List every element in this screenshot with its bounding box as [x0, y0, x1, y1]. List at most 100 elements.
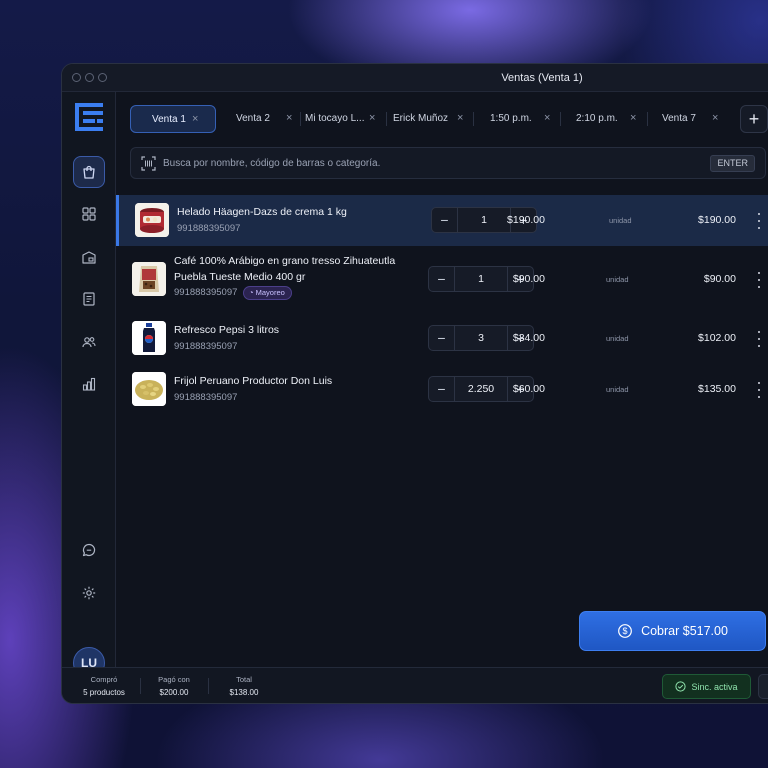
tab-venta-1[interactable]: Venta 1 × [130, 105, 216, 133]
sidebar-item-inventario[interactable] [73, 241, 105, 273]
cart-row[interactable]: Helado Häagen-Dazs de crema 1 kg 9918883… [116, 195, 768, 246]
cart-row[interactable]: Café 100% Arábigo en grano tresso Zihuat… [116, 246, 768, 313]
product-thumbnail-pepsi [132, 321, 166, 355]
close-tab-icon[interactable]: × [544, 112, 550, 124]
tab-2-10-pm[interactable]: 2:10 p.m. × [561, 105, 647, 133]
sync-status-button[interactable]: Sinc. activa [662, 674, 751, 699]
footer-total: Total $138.00 [218, 675, 270, 697]
sidebar-item-reportes[interactable] [73, 283, 105, 315]
search-bar[interactable]: Busca por nombre, código de barras o cat… [130, 147, 766, 179]
decrease-quantity-button[interactable]: − [429, 326, 455, 350]
window-title: Ventas (Venta 1) [501, 72, 583, 84]
users-icon [82, 337, 96, 348]
cobrar-label: Cobrar $517.00 [641, 624, 728, 638]
maximize-window-dot[interactable] [98, 73, 107, 82]
grid-icon [82, 207, 96, 221]
barcode-scan-icon [141, 156, 156, 171]
check-circle-icon [675, 681, 687, 692]
tab-label: Venta 1 [152, 114, 186, 125]
shopping-bag-icon [83, 165, 95, 179]
pago-value: $200.00 [159, 688, 189, 697]
tab-label: 2:10 p.m. [576, 113, 618, 124]
close-tab-icon[interactable]: × [630, 112, 636, 124]
tab-label: Mi tocayo L... [305, 113, 365, 124]
product-sku: 991888395097 [177, 223, 241, 234]
status-footer: Compró 5 productos Pagó con $200.00 Tota… [62, 667, 768, 703]
sidebar-item-ventas[interactable] [73, 156, 105, 188]
product-thumbnail-beans [132, 372, 166, 406]
unit-price: $60.00 [512, 383, 545, 395]
sidebar-item-soporte[interactable] [73, 534, 105, 566]
dollar-coin-icon: $ [618, 624, 632, 638]
line-total: $102.00 [698, 332, 736, 344]
footer-compro: Compró 5 productos [76, 675, 132, 697]
add-tab-button[interactable]: + [740, 105, 768, 133]
line-total: $90.00 [703, 273, 736, 285]
chat-icon [82, 543, 96, 557]
sidebar-item-catalogo[interactable] [73, 198, 105, 230]
tab-mi-tocayo[interactable]: Mi tocayo L... × [301, 105, 385, 133]
tag-icon: ◔ [249, 288, 256, 297]
close-tab-icon[interactable]: × [286, 112, 292, 124]
more-options-icon[interactable] [754, 272, 764, 288]
search-input[interactable]: Busca por nombre, código de barras o cat… [163, 158, 380, 169]
sidebar-item-estadisticas[interactable] [73, 368, 105, 400]
unit-price: $90.00 [512, 273, 545, 285]
tab-erick-munoz[interactable]: Erick Muñoz × [387, 105, 473, 133]
decrease-quantity-button[interactable]: − [429, 267, 455, 291]
decrease-quantity-button[interactable]: − [429, 377, 455, 401]
unit-label: unidad [606, 334, 629, 343]
more-options-icon[interactable] [754, 382, 764, 398]
footer-pago: Pagó con $200.00 [148, 675, 200, 697]
product-sku: 991888395097 [174, 287, 238, 298]
product-name: Helado Häagen-Dazs de crema 1 kg [177, 206, 347, 218]
line-total: $135.00 [698, 383, 736, 395]
more-options-icon[interactable] [754, 213, 764, 229]
sidebar-item-clientes[interactable] [73, 326, 105, 358]
close-tab-icon[interactable]: × [192, 113, 198, 125]
footer-extra-button[interactable] [758, 674, 768, 699]
tab-1-50-pm[interactable]: 1:50 p.m. × [474, 105, 560, 133]
quantity-value[interactable]: 1 [458, 214, 510, 226]
decrease-quantity-button[interactable]: − [432, 208, 458, 232]
title-bar: Ventas (Venta 1) [62, 64, 768, 92]
product-thumbnail-coffee [132, 262, 166, 296]
pago-label: Pagó con [158, 675, 190, 684]
quantity-value[interactable]: 2.250 [455, 383, 507, 395]
quantity-value[interactable]: 3 [455, 332, 507, 344]
tab-label: Erick Muñoz [393, 113, 449, 124]
footer-divider [208, 678, 209, 694]
receipt-icon [83, 292, 95, 306]
mayoreo-badge: ◔ Mayoreo [243, 286, 292, 300]
quantity-value[interactable]: 1 [455, 273, 507, 285]
app-window: Ventas (Venta 1) LU Venta 1 × Venta 2 × … [61, 63, 768, 704]
tab-label: 1:50 p.m. [490, 113, 532, 124]
product-name: Refresco Pepsi 3 litros [174, 324, 280, 336]
total-value: $138.00 [229, 688, 259, 697]
cart-row[interactable]: Frijol Peruano Productor Don Luis 991888… [116, 364, 768, 415]
svg-text:$: $ [623, 626, 628, 636]
product-name: Frijol Peruano Productor Don Luis [174, 375, 333, 387]
gear-icon [82, 586, 96, 600]
minimize-window-dot[interactable] [85, 73, 94, 82]
tab-label: Venta 7 [662, 113, 696, 124]
sale-tabs: Venta 1 × Venta 2 × Mi tocayo L... × Eri… [130, 105, 768, 133]
close-window-dot[interactable] [72, 73, 81, 82]
close-tab-icon[interactable]: × [457, 112, 463, 124]
line-total: $190.00 [698, 214, 736, 226]
cart-row[interactable]: Refresco Pepsi 3 litros 991888395097 − 3… [116, 313, 768, 364]
sidebar-item-ajustes[interactable] [73, 577, 105, 609]
product-name: Café 100% Arábigo en grano tresso Zihuat… [174, 255, 396, 283]
unit-price: $190.00 [507, 214, 545, 226]
footer-divider [140, 678, 141, 694]
enter-key-hint: ENTER [710, 155, 755, 172]
tab-venta-7[interactable]: Venta 7 × [648, 105, 734, 133]
more-options-icon[interactable] [754, 331, 764, 347]
close-tab-icon[interactable]: × [712, 112, 718, 124]
close-tab-icon[interactable]: × [369, 112, 375, 124]
cobrar-button[interactable]: $ Cobrar $517.00 [579, 611, 766, 651]
tab-venta-2[interactable]: Venta 2 × [222, 105, 298, 133]
product-thumbnail-icecream [135, 203, 169, 237]
app-logo-icon[interactable] [75, 103, 103, 131]
unit-label: unidad [606, 385, 629, 394]
